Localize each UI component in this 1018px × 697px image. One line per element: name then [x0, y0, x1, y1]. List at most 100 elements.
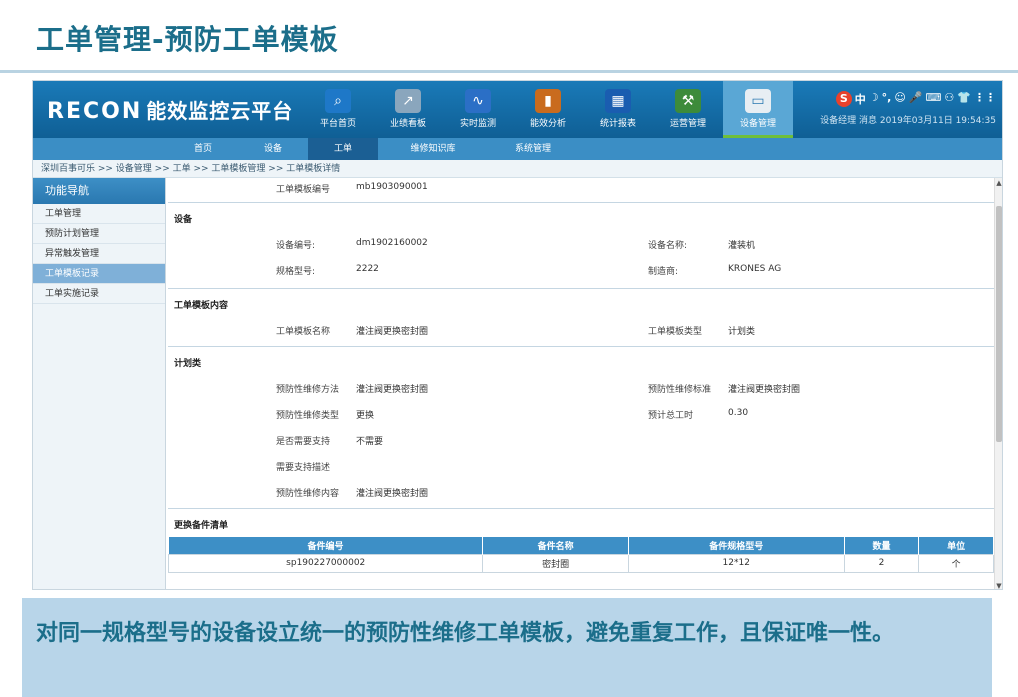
module-statistics-report[interactable]: ▦ 统计报表: [583, 81, 653, 138]
module-realtime-monitor[interactable]: ∿ 实时监测: [443, 81, 513, 138]
divider: [168, 288, 994, 289]
device-no-value: dm1902160002: [356, 238, 428, 248]
divider: [168, 346, 994, 347]
user-status-line: 设备经理 消息 2019年03月11日 19:54:35: [820, 115, 996, 126]
module-performance-board[interactable]: ↗ 业绩看板: [373, 81, 443, 138]
module-equipment[interactable]: ▭ 设备管理: [723, 81, 793, 138]
support-label: 是否需要支持: [276, 437, 331, 447]
module-label: 统计报表: [599, 119, 636, 129]
stats-screen-icon: ▦: [605, 89, 631, 113]
method-value: 灌注阀更换密封圈: [356, 385, 429, 395]
caption-banner: 对同一规格型号的设备设立统一的预防性维修工单模板，避免重复工作，且保证唯一性。: [22, 598, 992, 697]
subnav-system[interactable]: 系统管理: [488, 138, 578, 160]
scroll-down-arrow-icon[interactable]: ▼: [995, 581, 1002, 589]
module-operations[interactable]: ⚒ 运营管理: [653, 81, 723, 138]
section-plan-title: 计划类: [174, 359, 202, 369]
logo-suffix: 能效监控云平台: [146, 99, 294, 123]
module-label: 平台首页: [319, 119, 356, 129]
ime-chinese-icon[interactable]: 中: [855, 91, 866, 107]
cell-unit: 个: [918, 553, 994, 573]
hours-value: 0.30: [728, 408, 749, 418]
method-label: 预防性维修方法: [276, 385, 340, 395]
sidebar-item-exception-trigger[interactable]: 异常触发管理: [33, 244, 165, 264]
subnav-equipment[interactable]: 设备: [238, 138, 308, 160]
maker-label: 制造商:: [648, 267, 679, 277]
sidebar: 功能导航 工单管理 预防计划管理 异常触发管理 工单模板记录 工单实施记录: [33, 178, 166, 589]
magnifier-globe-icon: ⌕: [325, 89, 351, 113]
punctuation-icon[interactable]: °,: [882, 91, 892, 107]
cell-part-spec: 12*12: [627, 553, 845, 573]
cell-part-no: sp190227000002: [168, 553, 484, 573]
microphone-icon[interactable]: 🎤: [909, 91, 923, 107]
sidebar-title: 功能导航: [33, 178, 165, 204]
divider: [168, 508, 994, 509]
module-label: 设备管理: [739, 119, 776, 129]
template-no-value: mb1903090001: [356, 182, 428, 192]
divider: [168, 202, 994, 203]
shirt-icon[interactable]: 👕: [957, 91, 971, 107]
support-value: 不需要: [356, 437, 384, 447]
table-row[interactable]: sp190227000002 密封圈 12*12 2 个: [168, 553, 994, 573]
device-name-value: 灌装机: [728, 241, 756, 251]
section-device-title: 设备: [174, 215, 193, 225]
device-no-label: 设备编号:: [276, 241, 316, 251]
module-label: 能效分析: [529, 119, 566, 129]
logo: RECON 能效监控云平台: [47, 95, 293, 124]
section-parts-title: 更换备件清单: [174, 521, 229, 531]
sogou-icon[interactable]: S: [835, 90, 852, 107]
col-part-spec: 备件规格型号: [628, 537, 845, 554]
standard-value: 灌注阀更换密封圈: [728, 385, 801, 395]
subnav-knowledge-base[interactable]: 维修知识库: [378, 138, 488, 160]
keyboard-icon[interactable]: ⌨: [926, 91, 942, 107]
subnav-workorder[interactable]: 工单: [308, 138, 378, 160]
kind-label: 预防性维修类型: [276, 411, 340, 421]
sidebar-item-implementation-records[interactable]: 工单实施记录: [33, 284, 165, 304]
slide-title: 工单管理-预防工单模板: [36, 23, 339, 56]
col-quantity: 数量: [844, 537, 920, 554]
parts-table: 备件编号 备件名称 备件规格型号 数量 单位 sp190227000002 密封…: [168, 537, 994, 573]
sub-nav: 首页 设备 工单 维修知识库 系统管理: [33, 138, 1002, 160]
module-label: 运营管理: [669, 119, 706, 129]
support-desc-label: 需要支持描述: [276, 463, 331, 473]
chart-board-icon: ↗: [395, 89, 421, 113]
grid-menu-icon[interactable]: ⋮⋮: [974, 91, 996, 107]
scroll-up-arrow-icon[interactable]: ▲: [995, 178, 1002, 188]
col-part-name: 备件名称: [482, 537, 629, 554]
device-name-label: 设备名称:: [648, 241, 688, 251]
bar-analysis-icon: ▮: [535, 89, 561, 113]
model-value: 2222: [356, 264, 379, 274]
tpl-type-label: 工单模板类型: [648, 327, 703, 337]
standard-label: 预防性维修标准: [648, 385, 712, 395]
sidebar-item-template-records[interactable]: 工单模板记录: [33, 264, 165, 284]
module-label: 业绩看板: [389, 119, 426, 129]
module-platform-home[interactable]: ⌕ 平台首页: [303, 81, 373, 138]
vertical-scrollbar[interactable]: ▲ ▼: [994, 178, 1002, 589]
col-unit: 单位: [918, 537, 994, 554]
monitor-wave-icon: ∿: [465, 89, 491, 113]
ime-toolbar[interactable]: S 中 ☽ °, ☺ 🎤 ⌨ ⚇ 👕 ⋮⋮: [835, 90, 996, 107]
sidebar-item-workorder[interactable]: 工单管理: [33, 204, 165, 224]
scroll-thumb[interactable]: [996, 206, 1002, 442]
device-box-icon: ▭: [745, 89, 771, 113]
tpl-name-label: 工单模板名称: [276, 327, 331, 337]
model-label: 规格型号:: [276, 267, 316, 277]
hours-label: 预计总工时: [648, 411, 694, 421]
sidebar-item-preventive-plan[interactable]: 预防计划管理: [33, 224, 165, 244]
module-label: 实时监测: [459, 119, 496, 129]
module-energy-analysis[interactable]: ▮ 能效分析: [513, 81, 583, 138]
worker-tools-icon: ⚒: [675, 89, 701, 113]
maker-value: KRONES AG: [728, 264, 782, 274]
col-part-no: 备件编号: [168, 537, 484, 554]
smiley-icon[interactable]: ☺: [894, 91, 905, 107]
kind-value: 更换: [356, 411, 375, 421]
top-right-area: S 中 ☽ °, ☺ 🎤 ⌨ ⚇ 👕 ⋮⋮ 设备经理 消息 2019年03月11…: [820, 87, 996, 126]
subnav-home[interactable]: 首页: [168, 138, 238, 160]
cell-part-name: 密封圈: [482, 553, 629, 573]
detail-panel: 工单模板编号 mb1903090001 设备 设备编号: dm190216000…: [168, 178, 994, 589]
person-icon[interactable]: ⚇: [944, 91, 954, 107]
cell-quantity: 2: [843, 553, 920, 573]
app-window: RECON 能效监控云平台 ⌕ 平台首页 ↗ 业绩看板 ∿ 实时监测 ▮ 能效分析…: [32, 80, 1003, 590]
moon-icon[interactable]: ☽: [869, 91, 879, 107]
logo-recon: RECON: [47, 99, 143, 124]
tpl-name-value: 灌注阀更换密封圈: [356, 327, 429, 337]
